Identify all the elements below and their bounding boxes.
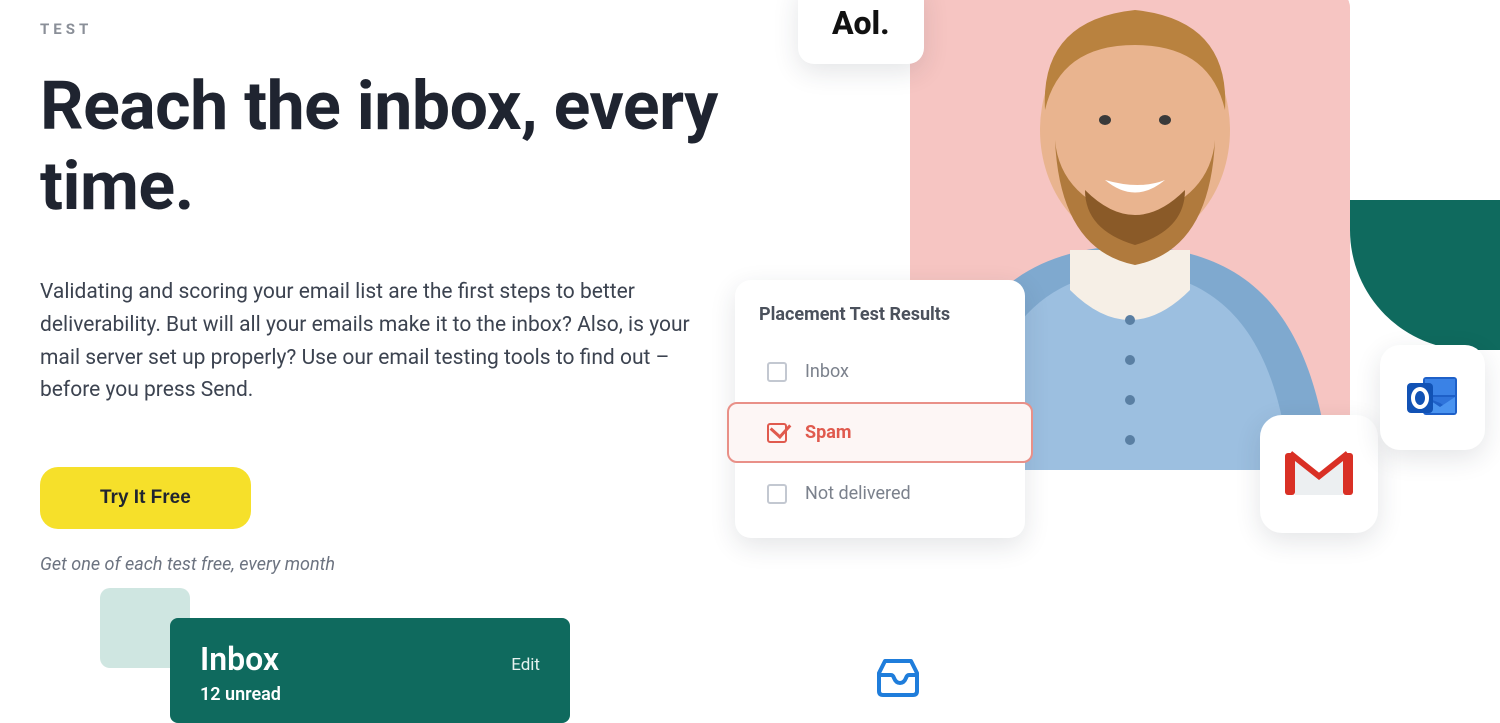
checkbox-icon [767,362,787,382]
placement-row-inbox[interactable]: Inbox [759,347,1001,396]
gmail-icon [1283,447,1355,501]
placement-row-spam[interactable]: Spam [727,402,1033,463]
inbox-edit-link[interactable]: Edit [511,655,540,675]
cta-subtext: Get one of each test free, every month [40,554,720,575]
placement-row-label: Inbox [805,361,849,382]
placement-test-card: Placement Test Results Inbox Spam Not de… [735,280,1025,538]
gmail-badge [1260,415,1378,533]
checkbox-icon [767,484,787,504]
outlook-icon [1405,373,1461,423]
placement-card-title: Placement Test Results [759,304,1001,325]
decorative-green-shape [1350,200,1500,350]
placement-row-not-delivered[interactable]: Not delivered [759,469,1001,518]
page-headline: Reach the inbox, every time. [40,66,720,226]
placement-row-label: Not delivered [805,483,911,504]
inbox-tray-icon [875,657,921,697]
page-subcopy: Validating and scoring your email list a… [40,276,710,406]
try-it-free-button[interactable]: Try It Free [40,467,251,529]
inbox-unread-count: 12 unread [200,684,540,705]
eyebrow-label: TEST [40,20,720,38]
inbox-card: Inbox Edit 12 unread [170,618,570,723]
inbox-title: Inbox [200,640,279,678]
checkbox-checked-icon [767,423,787,443]
outlook-badge [1380,345,1485,450]
aol-logo-text: Aol. [832,4,890,42]
placement-row-label: Spam [805,422,851,443]
aol-badge: Aol. [798,0,924,64]
